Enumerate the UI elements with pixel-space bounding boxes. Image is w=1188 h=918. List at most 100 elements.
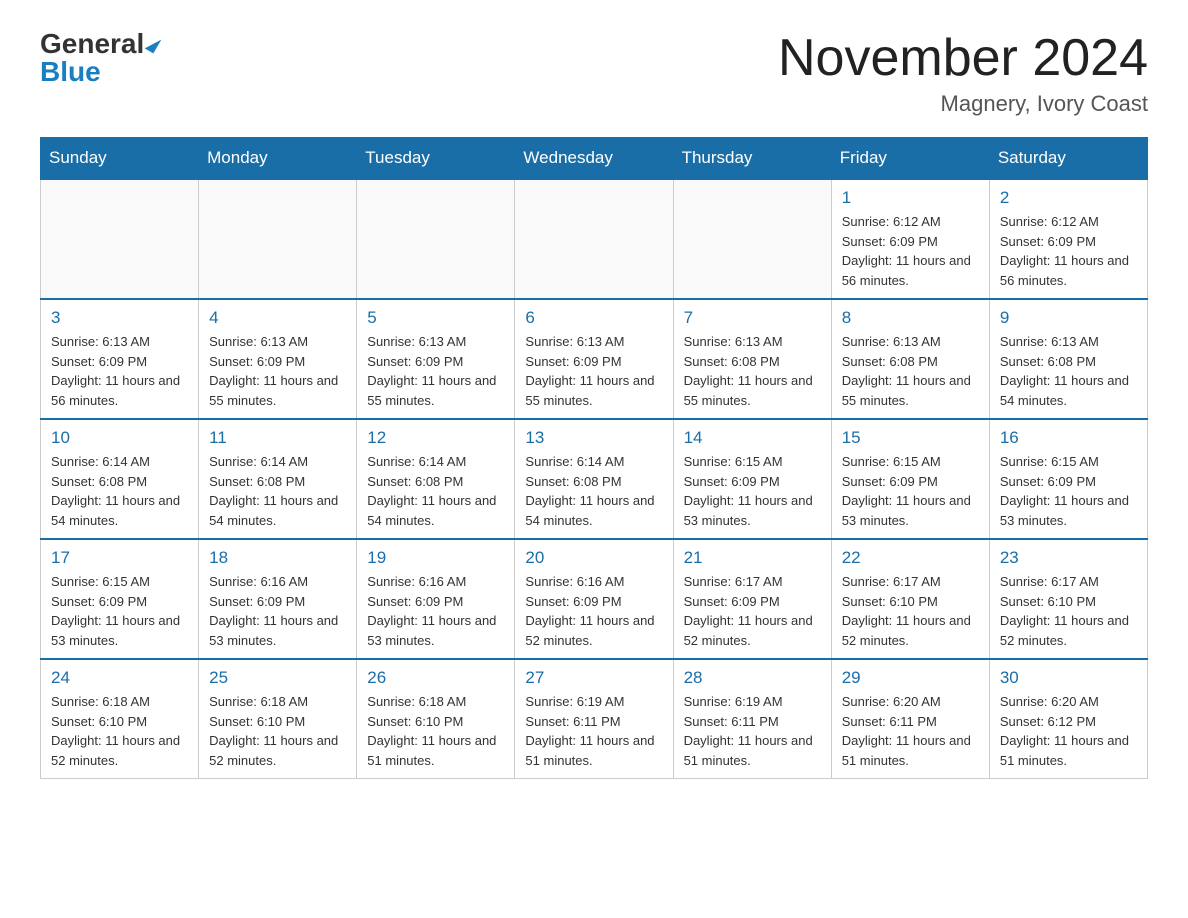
location: Magnery, Ivory Coast: [778, 91, 1148, 117]
day-info: Sunrise: 6:15 AMSunset: 6:09 PMDaylight:…: [842, 452, 979, 530]
day-info: Sunrise: 6:15 AMSunset: 6:09 PMDaylight:…: [51, 572, 188, 650]
calendar-cell: 26 Sunrise: 6:18 AMSunset: 6:10 PMDayligh…: [357, 659, 515, 779]
day-number: 27: [525, 668, 662, 688]
calendar-cell: 5 Sunrise: 6:13 AMSunset: 6:09 PMDaylight…: [357, 299, 515, 419]
calendar-cell: [199, 179, 357, 299]
day-info: Sunrise: 6:14 AMSunset: 6:08 PMDaylight:…: [367, 452, 504, 530]
day-number: 25: [209, 668, 346, 688]
day-number: 22: [842, 548, 979, 568]
day-info: Sunrise: 6:15 AMSunset: 6:09 PMDaylight:…: [684, 452, 821, 530]
day-info: Sunrise: 6:13 AMSunset: 6:09 PMDaylight:…: [367, 332, 504, 410]
day-number: 14: [684, 428, 821, 448]
day-number: 13: [525, 428, 662, 448]
week-row-2: 3Sunrise: 6:13 AMSunset: 6:09 PMDaylight…: [41, 299, 1148, 419]
calendar-cell: 30 Sunrise: 6:20 AMSunset: 6:12 PMDayligh…: [989, 659, 1147, 779]
day-info: Sunrise: 6:17 AMSunset: 6:10 PMDaylight:…: [842, 572, 979, 650]
calendar-cell: 12 Sunrise: 6:14 AMSunset: 6:08 PMDayligh…: [357, 419, 515, 539]
day-info: Sunrise: 6:18 AMSunset: 6:10 PMDaylight:…: [51, 692, 188, 770]
day-info: Sunrise: 6:13 AMSunset: 6:09 PMDaylight:…: [51, 332, 188, 410]
day-info: Sunrise: 6:17 AMSunset: 6:10 PMDaylight:…: [1000, 572, 1137, 650]
day-info: Sunrise: 6:14 AMSunset: 6:08 PMDaylight:…: [51, 452, 188, 530]
day-info: Sunrise: 6:14 AMSunset: 6:08 PMDaylight:…: [209, 452, 346, 530]
day-number: 12: [367, 428, 504, 448]
calendar-cell: 20 Sunrise: 6:16 AMSunset: 6:09 PMDayligh…: [515, 539, 673, 659]
day-number: 20: [525, 548, 662, 568]
calendar-cell: [41, 179, 199, 299]
day-number: 5: [367, 308, 504, 328]
day-number: 17: [51, 548, 188, 568]
day-number: 2: [1000, 188, 1137, 208]
day-info: Sunrise: 6:13 AMSunset: 6:08 PMDaylight:…: [684, 332, 821, 410]
day-number: 11: [209, 428, 346, 448]
calendar-cell: 22 Sunrise: 6:17 AMSunset: 6:10 PMDayligh…: [831, 539, 989, 659]
day-number: 10: [51, 428, 188, 448]
day-info: Sunrise: 6:16 AMSunset: 6:09 PMDaylight:…: [367, 572, 504, 650]
logo: General Blue: [40, 30, 158, 86]
day-info: Sunrise: 6:16 AMSunset: 6:09 PMDaylight:…: [525, 572, 662, 650]
calendar-cell: 17 Sunrise: 6:15 AMSunset: 6:09 PMDayligh…: [41, 539, 199, 659]
calendar-cell: 8 Sunrise: 6:13 AMSunset: 6:08 PMDaylight…: [831, 299, 989, 419]
week-row-1: 1 Sunrise: 6:12 AMSunset: 6:09 PMDaylight…: [41, 179, 1148, 299]
calendar-cell: 25Sunrise: 6:18 AMSunset: 6:10 PMDayligh…: [199, 659, 357, 779]
day-info: Sunrise: 6:12 AMSunset: 6:09 PMDaylight:…: [842, 212, 979, 290]
day-number: 24: [51, 668, 188, 688]
day-info: Sunrise: 6:15 AMSunset: 6:09 PMDaylight:…: [1000, 452, 1137, 530]
weekday-header-row: SundayMondayTuesdayWednesdayThursdayFrid…: [41, 138, 1148, 180]
logo-blue-text: Blue: [40, 58, 101, 86]
weekday-header-friday: Friday: [831, 138, 989, 180]
day-number: 8: [842, 308, 979, 328]
weekday-header-monday: Monday: [199, 138, 357, 180]
day-info: Sunrise: 6:12 AMSunset: 6:09 PMDaylight:…: [1000, 212, 1137, 290]
day-number: 7: [684, 308, 821, 328]
day-info: Sunrise: 6:20 AMSunset: 6:12 PMDaylight:…: [1000, 692, 1137, 770]
weekday-header-sunday: Sunday: [41, 138, 199, 180]
calendar-cell: 16 Sunrise: 6:15 AMSunset: 6:09 PMDayligh…: [989, 419, 1147, 539]
calendar-cell: 18 Sunrise: 6:16 AMSunset: 6:09 PMDayligh…: [199, 539, 357, 659]
calendar-cell: [357, 179, 515, 299]
calendar-cell: 9 Sunrise: 6:13 AMSunset: 6:08 PMDaylight…: [989, 299, 1147, 419]
calendar-cell: 14 Sunrise: 6:15 AMSunset: 6:09 PMDayligh…: [673, 419, 831, 539]
day-info: Sunrise: 6:13 AMSunset: 6:08 PMDaylight:…: [842, 332, 979, 410]
calendar-cell: 23 Sunrise: 6:17 AMSunset: 6:10 PMDayligh…: [989, 539, 1147, 659]
month-title: November 2024: [778, 30, 1148, 87]
calendar-cell: 7 Sunrise: 6:13 AMSunset: 6:08 PMDaylight…: [673, 299, 831, 419]
logo-triangle-icon: [145, 35, 162, 54]
day-info: Sunrise: 6:17 AMSunset: 6:09 PMDaylight:…: [684, 572, 821, 650]
day-info: Sunrise: 6:18 AMSunset: 6:10 PMDaylight:…: [367, 692, 504, 770]
day-info: Sunrise: 6:13 AMSunset: 6:09 PMDaylight:…: [209, 332, 346, 410]
logo-general-text: General: [40, 30, 144, 58]
day-number: 29: [842, 668, 979, 688]
day-info: Sunrise: 6:13 AMSunset: 6:08 PMDaylight:…: [1000, 332, 1137, 410]
day-number: 18: [209, 548, 346, 568]
day-number: 30: [1000, 668, 1137, 688]
calendar-cell: 28Sunrise: 6:19 AMSunset: 6:11 PMDayligh…: [673, 659, 831, 779]
day-info: Sunrise: 6:16 AMSunset: 6:09 PMDaylight:…: [209, 572, 346, 650]
day-number: 16: [1000, 428, 1137, 448]
calendar-cell: 11 Sunrise: 6:14 AMSunset: 6:08 PMDayligh…: [199, 419, 357, 539]
weekday-header-thursday: Thursday: [673, 138, 831, 180]
day-number: 1: [842, 188, 979, 208]
calendar-cell: [515, 179, 673, 299]
day-number: 26: [367, 668, 504, 688]
day-number: 15: [842, 428, 979, 448]
calendar-cell: 19Sunrise: 6:16 AMSunset: 6:09 PMDayligh…: [357, 539, 515, 659]
calendar-cell: 29Sunrise: 6:20 AMSunset: 6:11 PMDayligh…: [831, 659, 989, 779]
calendar-cell: 24 Sunrise: 6:18 AMSunset: 6:10 PMDayligh…: [41, 659, 199, 779]
calendar-cell: 13 Sunrise: 6:14 AMSunset: 6:08 PMDayligh…: [515, 419, 673, 539]
calendar-cell: 27Sunrise: 6:19 AMSunset: 6:11 PMDayligh…: [515, 659, 673, 779]
week-row-5: 24 Sunrise: 6:18 AMSunset: 6:10 PMDayligh…: [41, 659, 1148, 779]
calendar-cell: 6Sunrise: 6:13 AMSunset: 6:09 PMDaylight…: [515, 299, 673, 419]
day-info: Sunrise: 6:19 AMSunset: 6:11 PMDaylight:…: [684, 692, 821, 770]
day-number: 4: [209, 308, 346, 328]
week-row-4: 17 Sunrise: 6:15 AMSunset: 6:09 PMDayligh…: [41, 539, 1148, 659]
weekday-header-saturday: Saturday: [989, 138, 1147, 180]
calendar-cell: 4 Sunrise: 6:13 AMSunset: 6:09 PMDaylight…: [199, 299, 357, 419]
weekday-header-tuesday: Tuesday: [357, 138, 515, 180]
weekday-header-wednesday: Wednesday: [515, 138, 673, 180]
day-info: Sunrise: 6:14 AMSunset: 6:08 PMDaylight:…: [525, 452, 662, 530]
week-row-3: 10 Sunrise: 6:14 AMSunset: 6:08 PMDayligh…: [41, 419, 1148, 539]
day-number: 23: [1000, 548, 1137, 568]
calendar-cell: 15 Sunrise: 6:15 AMSunset: 6:09 PMDayligh…: [831, 419, 989, 539]
day-number: 9: [1000, 308, 1137, 328]
calendar-cell: 10 Sunrise: 6:14 AMSunset: 6:08 PMDayligh…: [41, 419, 199, 539]
